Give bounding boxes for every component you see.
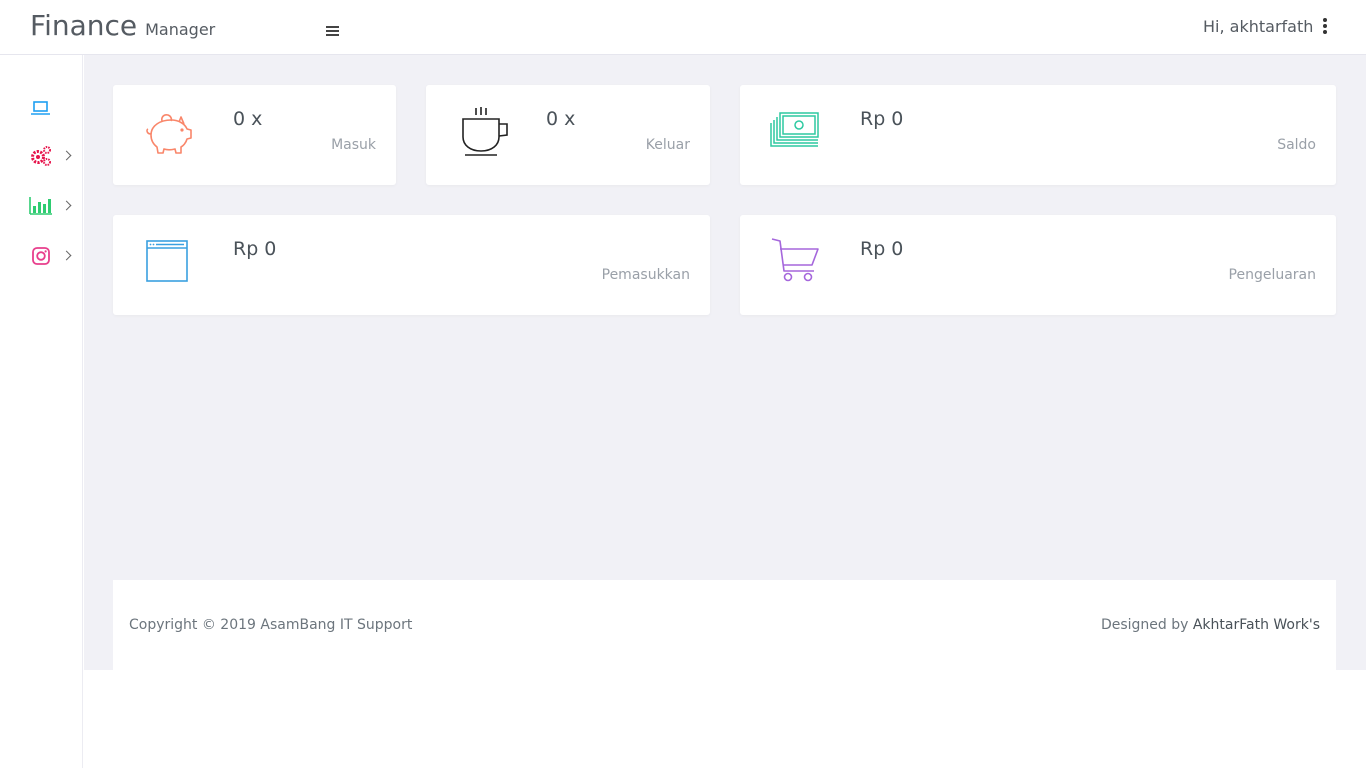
stat-value: Rp 0	[233, 238, 277, 260]
stat-label: Pengeluaran	[1228, 267, 1316, 283]
gears-icon	[31, 146, 51, 166]
stat-label: Masuk	[331, 137, 376, 153]
brand-main-text: Finance	[30, 9, 138, 42]
chevron-right-icon	[61, 150, 72, 161]
sidebar-item-dashboard[interactable]	[28, 95, 78, 121]
designer-credit: Designed by AkhtarFath Work's	[1101, 617, 1320, 633]
stat-value: Rp 0	[860, 108, 904, 130]
stat-card-pengeluaran: Rp 0 Pengeluaran	[740, 215, 1336, 315]
sidebar-item-settings[interactable]	[28, 143, 78, 169]
bar-chart-icon	[29, 197, 52, 215]
stat-value: Rp 0	[860, 238, 904, 260]
sidebar-item-social[interactable]	[28, 243, 78, 269]
user-greeting[interactable]: Hi, akhtarfath	[1203, 17, 1313, 36]
stat-card-pemasukkan: Rp 0 Pemasukkan	[113, 215, 710, 315]
piggy-bank-icon	[146, 114, 192, 154]
stat-card-keluar: 0 x Keluar	[426, 85, 710, 185]
stat-card-masuk: 0 x Masuk	[113, 85, 396, 185]
stat-label: Pemasukkan	[601, 267, 690, 283]
laptop-icon	[31, 101, 50, 115]
designer-link[interactable]: AkhtarFath Work's	[1193, 617, 1320, 633]
menu-toggle-icon[interactable]	[324, 23, 343, 39]
stat-value: 0 x	[546, 108, 576, 130]
coffee-cup-icon	[462, 107, 508, 156]
sidebar-item-reports[interactable]	[28, 193, 78, 219]
stat-label: Keluar	[645, 137, 690, 153]
main-content: 0 x Masuk 0 x Keluar Rp 0 Saldo Rp 0 Pem…	[84, 55, 1366, 670]
footer: Copyright © 2019 AsamBang IT Support Des…	[113, 580, 1336, 670]
copyright-text: Copyright © 2019 AsamBang IT Support	[129, 617, 413, 633]
more-options-icon[interactable]	[1319, 15, 1331, 35]
shopping-cart-icon	[771, 238, 819, 282]
chevron-right-icon	[61, 200, 72, 211]
top-header: Finance Manager Hi, akhtarfath	[0, 0, 1366, 55]
browser-window-icon	[146, 240, 188, 282]
money-stack-icon	[770, 112, 819, 147]
chevron-right-icon	[61, 250, 72, 261]
stat-value: 0 x	[233, 108, 263, 130]
sidebar	[0, 55, 83, 768]
stat-label: Saldo	[1277, 137, 1316, 153]
instagram-icon	[32, 247, 50, 265]
brand-sub-text: Manager	[145, 20, 216, 39]
designed-by-label: Designed by	[1100, 617, 1189, 633]
brand-logo[interactable]: Finance Manager	[30, 9, 215, 42]
stat-card-saldo: Rp 0 Saldo	[740, 85, 1336, 185]
